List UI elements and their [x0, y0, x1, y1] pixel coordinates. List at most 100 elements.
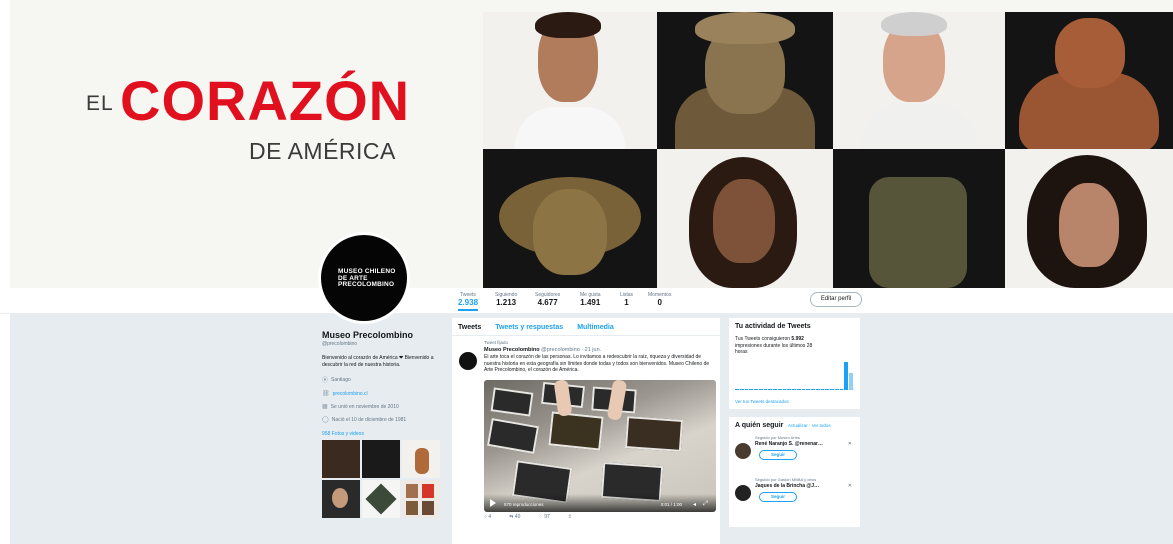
retweet-count: 40	[514, 513, 521, 520]
impressions-bar	[773, 388, 777, 390]
edit-profile-button[interactable]: Editar perfil	[810, 292, 862, 307]
video-frame-card	[624, 415, 684, 452]
profile-avatar[interactable]: MUSEO CHILENO DE ARTE PRECOLOMBINO	[318, 232, 410, 324]
media-gallery-link[interactable]: 958 Fotos y videos	[322, 431, 447, 437]
who-to-follow-title: A quién seguir · Actualizar · Ver todos	[735, 422, 854, 429]
stat-moments[interactable]: Momentos 0	[648, 292, 671, 307]
fullscreen-icon[interactable]: ⤢	[703, 501, 708, 508]
tweet-meta: @precolombino · 21 jun.	[541, 347, 602, 353]
like-action[interactable]: ♡ 97	[538, 514, 549, 520]
profile-birthday: ◯ Nació el 10 de diciembre de 1981	[322, 416, 447, 424]
who-to-follow-links[interactable]: · Actualizar · Ver todos	[785, 423, 830, 428]
impressions-bar	[758, 388, 763, 390]
media-thumb[interactable]	[402, 440, 440, 478]
suggestion-avatar[interactable]	[735, 442, 751, 459]
volume-icon[interactable]: ◂	[693, 501, 696, 508]
timeline-tabs: Tweets Tweets y respuestas Multimedia	[452, 318, 720, 336]
share-action[interactable]: ⇪	[568, 514, 572, 520]
reply-action[interactable]: ○ 4	[484, 514, 491, 520]
pinned-tweet[interactable]: Tweet fijado Museo Precolombino @precolo…	[452, 336, 720, 524]
impressions-bar	[782, 388, 787, 390]
follow-suggestion: Seguido por Gastón MNBA y otros Jaques d…	[735, 477, 854, 513]
tweet-video[interactable]: 570 reproducciones 0:01 / 1:00 ◂ ⤢	[484, 379, 716, 512]
tab-media[interactable]: Multimedia	[577, 324, 614, 335]
tweet-timeline: Tweets Tweets y respuestas Multimedia Tw…	[452, 318, 720, 544]
right-sidebar: Tu actividad de Tweets Tus Tweets consig…	[729, 318, 860, 527]
follow-suggestion: Seguido por Museo Artes René Naranjo S. …	[735, 435, 854, 471]
stat-tweets[interactable]: Tweets 2.938	[458, 292, 479, 311]
suggestion-avatar[interactable]	[735, 484, 751, 501]
stat-followers[interactable]: Seguidores 4.677	[535, 292, 560, 307]
dismiss-icon[interactable]: ✕	[848, 483, 852, 489]
impressions-bar	[834, 388, 839, 390]
ceramic-mask-photo	[483, 149, 657, 288]
top-tweets-link[interactable]: Ver tus Tweets destacados	[735, 399, 854, 404]
tweet-actions: ○ 4 ⇆ 40 ♡ 97 ⇪	[484, 514, 714, 520]
follow-button[interactable]: Seguir	[759, 491, 797, 502]
suggestion-name[interactable]: René Naranjo S. @renenar…	[755, 441, 823, 447]
tab-tweets[interactable]: Tweets	[458, 324, 481, 335]
reply-count: 4	[488, 513, 492, 520]
tweet-author-avatar[interactable]	[459, 352, 477, 370]
impressions-bar	[820, 388, 825, 390]
suggestion-note: Seguido por Museo Artes	[755, 434, 800, 440]
who-to-follow-card: A quién seguir · Actualizar · Ver todos …	[729, 416, 860, 527]
video-view-count: 570 reproducciones	[504, 501, 544, 507]
stat-likes[interactable]: Me gusta 1.491	[580, 292, 601, 307]
profile-website-text[interactable]: precolombino.cl	[333, 391, 368, 397]
profile-joined-text: Se unió en noviembre de 2010	[330, 403, 399, 410]
profile-name[interactable]: Museo Precolombino	[322, 330, 447, 340]
impressions-bar	[796, 388, 801, 390]
heart-icon: ♡	[538, 513, 543, 520]
video-timestamp: 0:01 / 1:00	[660, 501, 682, 507]
impressions-bar	[806, 388, 811, 390]
impressions-bar	[844, 361, 849, 390]
retweet-action[interactable]: ⇆ 40	[509, 514, 520, 520]
impressions-bar	[815, 388, 820, 390]
stat-lists[interactable]: Listas 1	[620, 292, 633, 307]
who-to-follow-heading: A quién seguir	[735, 421, 784, 429]
impressions-bar	[763, 388, 768, 390]
profile-handle[interactable]: @precolombino	[322, 341, 447, 347]
profile-joined: ▦ Se unió en noviembre de 2010	[322, 403, 447, 411]
impressions-bar	[744, 388, 749, 390]
impressions-bar	[739, 388, 744, 390]
profile-website[interactable]: ⛓ precolombino.cl	[322, 390, 447, 398]
follow-button[interactable]: Seguir	[759, 449, 797, 460]
video-frame-card	[548, 410, 604, 451]
like-count: 97	[544, 513, 550, 520]
clay-vessel-photo	[1005, 12, 1173, 149]
avatar-logo-text: MUSEO CHILENO DE ARTE PRECOLOMBINO	[338, 268, 396, 288]
link-icon: ⛓	[322, 391, 330, 397]
impressions-bar	[754, 388, 758, 390]
impressions-bar	[749, 388, 754, 390]
tweet-author-name[interactable]: Museo Precolombino	[484, 347, 540, 353]
reply-icon: ○	[484, 513, 488, 520]
impressions-bar	[849, 373, 853, 390]
impressions-chart[interactable]	[735, 358, 854, 396]
media-thumb[interactable]	[322, 440, 360, 478]
media-thumb[interactable]	[362, 480, 400, 518]
impressions-bar	[830, 388, 834, 390]
dismiss-icon[interactable]: ✕	[848, 441, 852, 447]
play-icon[interactable]	[490, 498, 496, 507]
pinned-tweet-label: Tweet fijado	[484, 340, 509, 345]
stat-following[interactable]: Siguiendo 1.213	[495, 292, 517, 307]
suggestion-note: Seguido por Gastón MNBA y otros	[755, 476, 817, 482]
activity-text-pre: Tus Tweets consiguieron	[735, 336, 791, 342]
impressions-bar	[735, 388, 739, 390]
profile-nav-bar: Tweets 2.938 Siguiendo 1.213 Seguidores …	[0, 288, 1173, 314]
tweet-text: El arte toca el corazón de las personas.…	[484, 354, 710, 373]
impressions-bar	[801, 388, 806, 390]
tab-tweets-and-replies[interactable]: Tweets y respuestas	[495, 324, 563, 335]
media-thumb[interactable]	[362, 440, 400, 478]
media-gallery	[322, 440, 447, 518]
tweet-activity-card: Tu actividad de Tweets Tus Tweets consig…	[729, 318, 860, 409]
media-thumb[interactable]	[402, 480, 440, 518]
media-thumb[interactable]	[322, 480, 360, 518]
portrait-man-photo	[483, 12, 657, 149]
portrait-woman-photo	[1005, 149, 1173, 288]
activity-impressions: 5.992	[791, 336, 804, 342]
calendar-icon: ▦	[322, 404, 328, 410]
suggestion-name[interactable]: Jaques de la Brincha @J…	[755, 483, 819, 489]
